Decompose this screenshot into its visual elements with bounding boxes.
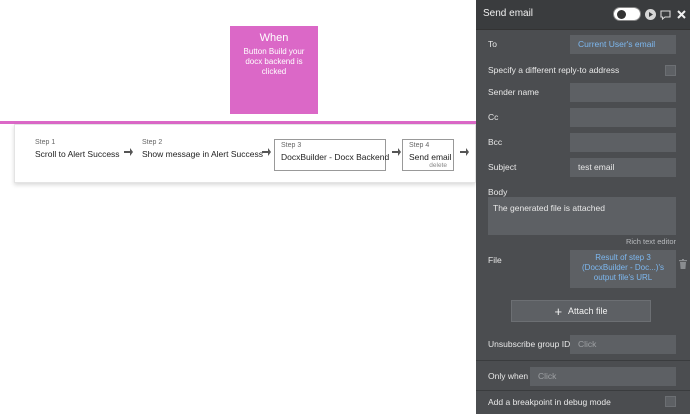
workflow-step-4[interactable]: Step 4 Send email delete bbox=[402, 139, 454, 171]
subject-field[interactable]: test email bbox=[570, 158, 676, 177]
toggle-icon[interactable] bbox=[613, 7, 641, 21]
arrow-right-icon bbox=[392, 148, 401, 156]
step-name: Show message in Alert Success bbox=[142, 149, 263, 159]
breakpoint-checkbox[interactable] bbox=[665, 396, 676, 407]
attach-file-button[interactable]: + Attach file bbox=[511, 300, 651, 322]
cc-field[interactable] bbox=[570, 108, 676, 127]
step-number: Step 2 bbox=[142, 139, 163, 146]
workflow-steps-bar: Step 1 Scroll to Alert Success Step 2 Sh… bbox=[14, 124, 476, 183]
step-name: Send email bbox=[409, 152, 452, 162]
event-trigger-card[interactable]: When Button Build your docx backend is c… bbox=[230, 26, 318, 114]
panel-header: Send email bbox=[476, 0, 690, 30]
section-divider bbox=[476, 360, 690, 361]
play-icon[interactable] bbox=[645, 9, 656, 20]
section-divider bbox=[476, 390, 690, 391]
toggle-knob bbox=[617, 10, 626, 19]
to-label: To bbox=[488, 39, 497, 49]
rich-text-editor-link[interactable]: Rich text editor bbox=[616, 237, 676, 246]
step-number: Step 3 bbox=[281, 142, 302, 149]
event-title: When bbox=[259, 32, 289, 44]
attach-file-label: Attach file bbox=[568, 306, 608, 316]
step-delete-link[interactable]: delete bbox=[429, 162, 447, 169]
only-when-label: Only when bbox=[488, 371, 529, 381]
body-label: Body bbox=[488, 187, 508, 197]
plus-icon: + bbox=[554, 303, 563, 319]
breakpoint-label: Add a breakpoint in debug mode bbox=[488, 397, 611, 407]
step-name: Scroll to Alert Success bbox=[35, 149, 120, 159]
reply-to-checkbox[interactable] bbox=[665, 65, 676, 76]
panel-title: Send email bbox=[483, 8, 534, 19]
unsubscribe-group-label: Unsubscribe group ID bbox=[488, 339, 571, 349]
arrow-right-icon bbox=[262, 148, 271, 156]
event-description: Button Build your docx backend is clicke… bbox=[243, 47, 305, 76]
comment-icon[interactable] bbox=[660, 9, 671, 20]
file-label: File bbox=[488, 255, 502, 265]
close-icon[interactable] bbox=[676, 9, 687, 20]
arrow-right-icon bbox=[460, 148, 469, 156]
file-field[interactable]: Result of step 3 (DocxBuilder - Doc...)'… bbox=[570, 250, 676, 288]
step-name: DocxBuilder - Docx Backend bbox=[281, 152, 390, 162]
bcc-label: Bcc bbox=[488, 137, 503, 147]
workflow-step-1[interactable]: Step 1 Scroll to Alert Success bbox=[35, 139, 120, 171]
workflow-step-3[interactable]: Step 3 DocxBuilder - Docx Backend bbox=[274, 139, 390, 171]
body-field[interactable]: The generated file is attached bbox=[488, 197, 676, 235]
step-number: Step 1 bbox=[35, 139, 56, 146]
workflow-step-2[interactable]: Step 2 Show message in Alert Success bbox=[142, 139, 263, 171]
sender-name-label: Sender name bbox=[488, 87, 540, 97]
only-when-field[interactable]: Click bbox=[530, 367, 676, 386]
trash-icon[interactable] bbox=[679, 259, 687, 269]
cc-label: Cc bbox=[488, 112, 499, 122]
subject-label: Subject bbox=[488, 162, 517, 172]
reply-to-label: Specify a different reply-to address bbox=[488, 65, 620, 75]
sender-name-field[interactable] bbox=[570, 83, 676, 102]
workflow-canvas: When Button Build your docx backend is c… bbox=[0, 0, 476, 414]
arrow-right-icon bbox=[124, 148, 133, 156]
send-email-panel: Send email To Current User's email Speci… bbox=[476, 0, 690, 414]
bcc-field[interactable] bbox=[570, 133, 676, 152]
to-field[interactable]: Current User's email bbox=[570, 35, 676, 54]
unsubscribe-group-field[interactable]: Click bbox=[570, 335, 676, 354]
step-number: Step 4 bbox=[409, 142, 430, 149]
